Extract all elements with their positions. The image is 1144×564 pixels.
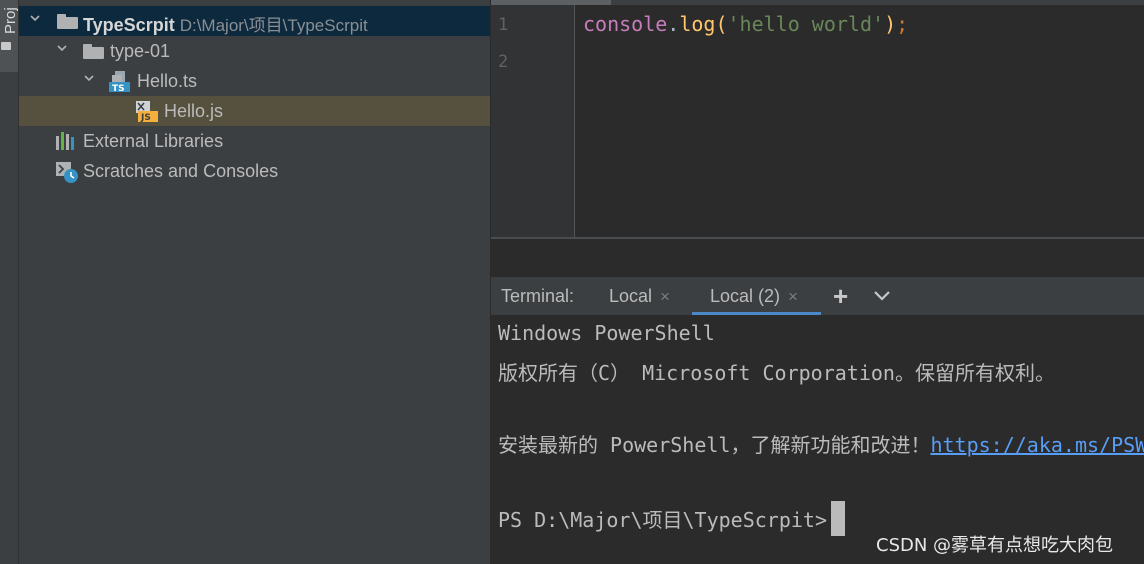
tab-local[interactable]: Local × (609, 286, 670, 307)
svg-text:JS: JS (140, 113, 151, 122)
external-libraries-label: External Libraries (83, 131, 224, 151)
terminal-output[interactable]: Windows PowerShell 版权所有（C） Microsoft Cor… (491, 315, 1144, 564)
folder-icon (1, 42, 11, 50)
editor-tab-strip (491, 0, 1144, 5)
tab-label: Local (609, 286, 653, 306)
chevron-down-icon[interactable] (57, 43, 67, 53)
tool-window-strip: Proj (0, 0, 19, 564)
folder-name: type-01 (110, 41, 171, 61)
tree-item-type-01[interactable]: type-01 (19, 36, 490, 66)
typescript-file-icon: TS (109, 71, 130, 92)
panel-splitter[interactable] (491, 239, 1144, 276)
code-token: . (667, 12, 680, 36)
chevron-down-icon[interactable] (30, 13, 40, 23)
ts-file-name: Hello.ts (137, 71, 198, 91)
code-token: ( (715, 12, 728, 36)
tab-local-2[interactable]: Local (2) × (710, 286, 798, 307)
project-tab-label: Proj (2, 7, 18, 34)
add-terminal-button[interactable]: + (833, 281, 848, 312)
terminal-line: 版权所有（C） Microsoft Corporation。保留所有权利。 (498, 361, 1055, 385)
javascript-file-icon: JS (136, 101, 158, 122)
line-number-gutter: 1 2 (491, 5, 575, 238)
scratches-consoles-icon (56, 162, 78, 183)
line-number: 1 (498, 15, 509, 35)
root-name: TypeScrpit (83, 15, 175, 35)
svg-text:TS: TS (112, 84, 125, 92)
project-tool-window-tab[interactable]: Proj (0, 0, 18, 72)
close-icon[interactable]: × (788, 287, 798, 306)
terminal-text: 安装最新的 PowerShell，了解新功能和改进！ (498, 433, 931, 457)
tree-item-root[interactable]: TypeScrpit D:\Major\项目\TypeScrpit (19, 6, 490, 36)
library-icon (56, 132, 74, 150)
tree-item-external-libraries[interactable]: External Libraries (19, 126, 490, 156)
line-number: 2 (498, 52, 509, 72)
scratches-label: Scratches and Consoles (83, 161, 279, 181)
powershell-link[interactable]: https://aka.ms/PSWindows (930, 433, 1144, 457)
code-token: log (679, 12, 716, 36)
code-token: console (583, 12, 668, 36)
root-path: D:\Major\项目\TypeScrpit (179, 16, 368, 35)
terminal-prompt-line[interactable]: PS D:\Major\项目\TypeScrpit> (498, 501, 845, 536)
terminal-line: Windows PowerShell (498, 321, 715, 345)
code-token: 'hello world' (727, 12, 885, 36)
watermark: CSDN @雾草有点想吃大肉包 (876, 535, 1114, 556)
js-file-name: Hello.js (164, 101, 224, 121)
terminal-prompt: PS D:\Major\项目\TypeScrpit> (498, 508, 827, 532)
code-token: ) (884, 12, 897, 36)
code-editor[interactable]: 1 2 console.log('hello world'); (491, 0, 1144, 238)
close-icon[interactable]: × (660, 287, 670, 306)
folder-icon (83, 44, 104, 59)
chevron-down-icon[interactable] (873, 290, 891, 302)
terminal-title: Terminal: (501, 286, 575, 306)
code-line-1[interactable]: console.log('hello world'); (583, 12, 908, 36)
tree-item-hello-js[interactable]: JS Hello.js (19, 96, 490, 126)
terminal-toolbar: Terminal: Local × Local (2) × + (491, 276, 1144, 315)
chevron-down-icon[interactable] (84, 73, 94, 83)
project-panel: TypeScrpit D:\Major\项目\TypeScrpit type-0… (19, 0, 490, 564)
code-token: ; (896, 12, 909, 36)
tree-item-scratches[interactable]: Scratches and Consoles (19, 156, 490, 186)
folder-icon (57, 14, 78, 29)
tree-item-hello-ts[interactable]: TS Hello.ts (19, 66, 490, 96)
tab-label: Local (2) (710, 286, 781, 306)
terminal-line: 安装最新的 PowerShell，了解新功能和改进！https://aka.ms… (498, 429, 1144, 458)
text-cursor (830, 501, 845, 536)
